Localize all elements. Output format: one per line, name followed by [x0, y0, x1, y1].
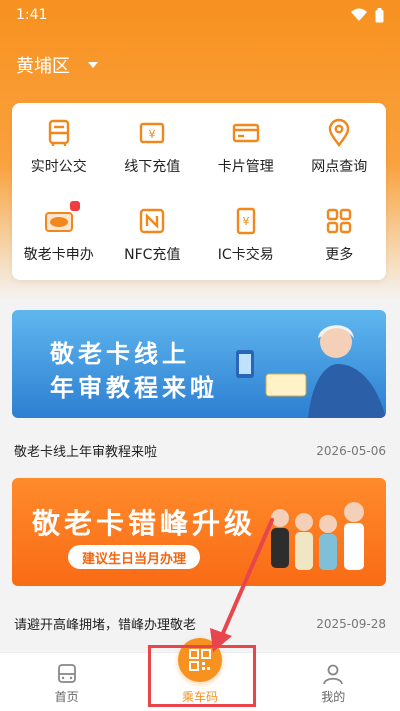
banner-headline: 年审教程来啦 — [50, 374, 218, 402]
qr-code-icon — [188, 649, 211, 671]
status-time: 1:41 — [16, 7, 48, 23]
nfc-icon — [140, 208, 165, 234]
senior-card-icon — [44, 212, 73, 232]
service-label: NFC充值 — [124, 247, 181, 263]
bus-icon — [48, 119, 69, 146]
senior-illustration — [236, 325, 386, 418]
service-card-management[interactable]: 卡片管理 — [199, 103, 293, 191]
service-outlet-query[interactable]: 网点查询 — [293, 103, 387, 191]
service-label: 线下充值 — [124, 159, 181, 175]
service-label: 网点查询 — [311, 159, 368, 175]
status-bar: 1:41 — [0, 0, 400, 30]
wifi-icon — [351, 8, 367, 21]
service-label: 更多 — [325, 247, 354, 263]
user-icon — [323, 664, 344, 685]
grid-icon — [327, 208, 352, 234]
new-badge — [70, 201, 80, 211]
service-label: 敬老卡申办 — [23, 247, 94, 263]
service-label: IC卡交易 — [217, 247, 274, 263]
location-pin-icon — [329, 118, 350, 148]
battery-icon — [375, 7, 384, 22]
nav-label: 我的 — [321, 690, 346, 704]
service-grid-card: 实时公交 ¥ 线下充值 卡片管理 网点查询 敬老卡申办 NFC充值 ¥ IC卡交… — [12, 103, 386, 280]
service-label: 卡片管理 — [217, 159, 274, 175]
service-realtime-bus[interactable]: 实时公交 — [12, 103, 106, 191]
news-title: 请避开高峰拥堵，错峰办理敬老 — [14, 618, 197, 633]
nav-label: 乘车码 — [181, 690, 218, 704]
service-nfc-recharge[interactable]: NFC充值 — [106, 191, 200, 279]
svg-text:¥: ¥ — [149, 128, 156, 141]
card-icon — [232, 123, 259, 143]
news-title: 敬老卡线上年审教程来啦 — [14, 445, 158, 460]
district-selector[interactable]: 黄埔区 — [16, 52, 98, 78]
bus-home-icon — [57, 664, 76, 683]
seniors-illustration — [271, 502, 364, 570]
news-item[interactable]: 敬老卡线上年审教程来啦 2026-05-06 — [14, 441, 386, 461]
news-date: 2025-09-28 — [316, 616, 386, 631]
news-banner-senior-review[interactable]: 敬老卡线上 年审教程来啦 — [12, 310, 386, 418]
news-item[interactable]: 请避开高峰拥堵，错峰办理敬老 2025-09-28 — [14, 614, 386, 634]
service-more[interactable]: 更多 — [293, 191, 387, 279]
service-label: 实时公交 — [30, 159, 87, 175]
banner-tagline: 建议生日当月办理 — [68, 545, 201, 569]
news-date: 2026-05-06 — [316, 443, 386, 458]
district-label: 黄埔区 — [16, 56, 70, 77]
banner-headline: 敬老卡线上 — [50, 340, 190, 368]
bottom-nav: 首页 乘车码 我的 — [0, 638, 400, 711]
nav-mine[interactable]: 我的 — [283, 662, 383, 705]
service-ic-transactions[interactable]: ¥ IC卡交易 — [199, 191, 293, 279]
service-senior-card-apply[interactable]: 敬老卡申办 — [12, 191, 106, 279]
nav-ride-code[interactable]: 乘车码 — [150, 638, 250, 705]
news-banner-senior-upgrade[interactable]: 敬老卡错峰升级 建议生日当月办理 — [12, 478, 386, 586]
qr-code-button[interactable] — [177, 638, 222, 682]
svg-text:¥: ¥ — [242, 215, 249, 228]
service-offline-recharge[interactable]: ¥ 线下充值 — [106, 103, 200, 191]
nav-label: 首页 — [54, 690, 79, 704]
yuan-phone-icon: ¥ — [236, 207, 255, 235]
banner-headline: 敬老卡错峰升级 — [32, 507, 257, 540]
yuan-card-icon: ¥ — [140, 122, 165, 144]
nav-home[interactable]: 首页 — [17, 662, 117, 705]
chevron-down-icon — [88, 62, 98, 68]
